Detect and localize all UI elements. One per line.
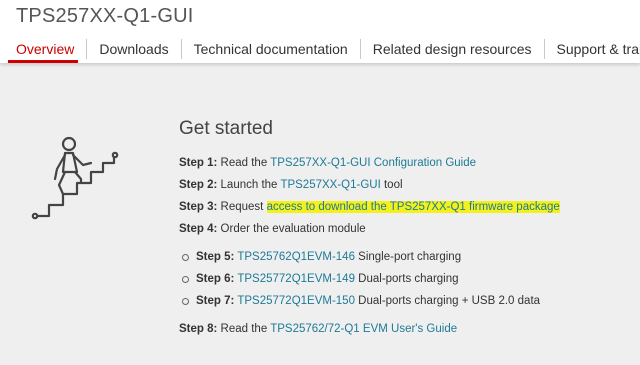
step-2: Step 2: Launch the TPS257XX-Q1-GUI tool xyxy=(179,178,629,200)
tab-technical-documentation[interactable]: Technical documentation xyxy=(182,38,360,60)
tab-bar: Overview Downloads Technical documentati… xyxy=(0,38,640,63)
step-text: tool xyxy=(380,179,403,191)
step-1: Step 1: Read the TPS257XX-Q1-GUI Configu… xyxy=(179,156,629,178)
step-label: Step 3: xyxy=(179,201,218,213)
step-text: Dual-ports charging + USB 2.0 data xyxy=(354,295,541,307)
step-text: Order the evaluation module xyxy=(217,223,366,235)
step-label: Step 4: xyxy=(179,223,218,235)
evm-149-link[interactable]: TPS25772Q1EVM-149 xyxy=(237,273,355,285)
step-3: Step 3: Request access to download the T… xyxy=(179,200,629,222)
step-text: Read the xyxy=(217,157,271,169)
configuration-guide-link[interactable]: TPS257XX-Q1-GUI Configuration Guide xyxy=(270,157,476,169)
step-text: Read the xyxy=(217,323,271,335)
section-heading: Get started xyxy=(179,118,273,139)
evm-146-link[interactable]: TPS25762Q1EVM-146 xyxy=(237,251,355,263)
step-label: Step 6: xyxy=(196,273,235,285)
person-climbing-stairs-icon xyxy=(31,136,119,220)
step-label: Step 1: xyxy=(179,157,218,169)
tab-overview[interactable]: Overview xyxy=(0,38,86,63)
step-4: Step 4: Order the evaluation module xyxy=(179,222,629,244)
page-title: TPS257XX-Q1-GUI xyxy=(16,5,194,27)
header-bar: TPS257XX-Q1-GUI Overview Downloads Techn… xyxy=(0,0,640,63)
evm-150-link[interactable]: TPS25772Q1EVM-150 xyxy=(237,295,355,307)
gui-tool-link[interactable]: TPS257XX-Q1-GUI xyxy=(280,179,380,191)
firmware-access-link[interactable]: access to download the TPS257XX-Q1 firmw… xyxy=(266,201,560,213)
step-label: Step 5: xyxy=(196,251,235,263)
tab-related-design-resources[interactable]: Related design resources xyxy=(361,38,544,60)
step-text: Launch the xyxy=(217,179,281,191)
step-label: Step 2: xyxy=(179,179,218,191)
evm-users-guide-link[interactable]: TPS25762/72-Q1 EVM User's Guide xyxy=(270,323,457,335)
tab-downloads[interactable]: Downloads xyxy=(87,38,180,60)
step-text: Request xyxy=(217,201,267,213)
step-5: Step 5: TPS25762Q1EVM-146 Single-port ch… xyxy=(179,250,629,272)
step-label: Step 7: xyxy=(196,295,235,307)
step-label: Step 8: xyxy=(179,323,218,335)
step-text: Single-port charging xyxy=(354,251,462,263)
step-7: Step 7: TPS25772Q1EVM-150 Dual-ports cha… xyxy=(179,294,629,316)
get-started-section: Get started Step 1: Read the TPS257XX-Q1… xyxy=(179,118,629,344)
step-6: Step 6: TPS25772Q1EVM-149 Dual-ports cha… xyxy=(179,272,629,294)
step-text: Dual-ports charging xyxy=(354,273,459,285)
tab-support-training[interactable]: Support & training xyxy=(545,38,640,60)
step-8: Step 8: Read the TPS25762/72-Q1 EVM User… xyxy=(179,322,629,344)
